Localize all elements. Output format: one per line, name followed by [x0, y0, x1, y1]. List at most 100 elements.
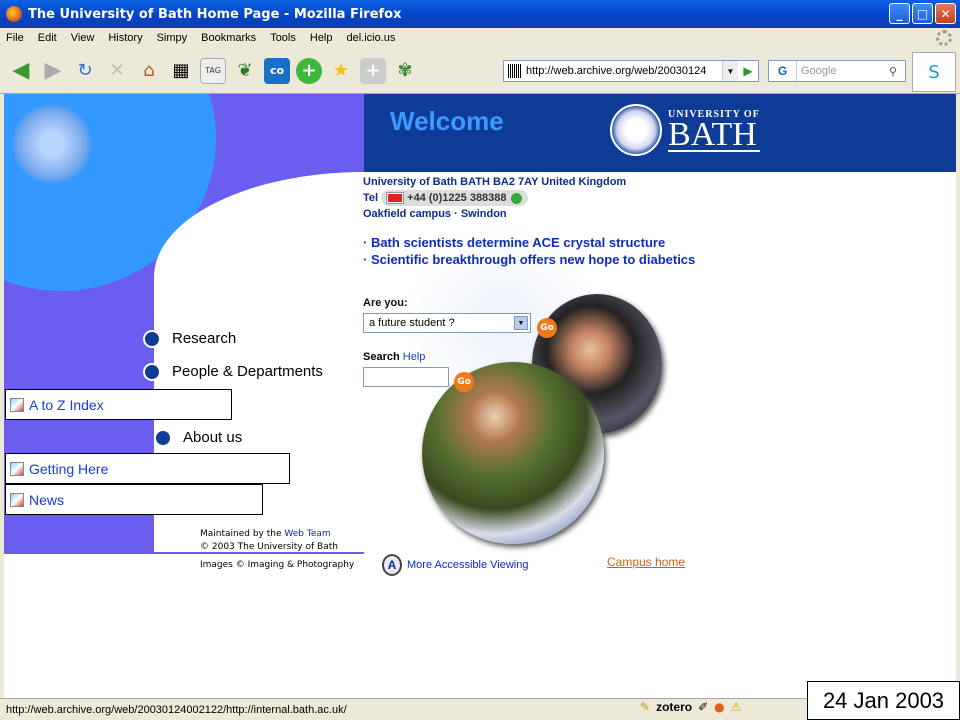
close-button[interactable]: ✕ [935, 3, 956, 24]
address-line: University of Bath BATH BA2 7AY United K… [363, 176, 627, 188]
news-item[interactable]: · Scientific breakthrough offers new hop… [363, 251, 695, 268]
bullet-icon [145, 364, 159, 379]
home-icon[interactable]: ⌂ [136, 58, 162, 84]
throbber-icon [936, 30, 952, 46]
news-list: · Bath scientists determine ACE crystal … [363, 234, 695, 268]
back-arrow-icon[interactable]: ◀ [8, 58, 34, 84]
menu-edit[interactable]: Edit [38, 32, 57, 44]
search-label: Search [363, 351, 400, 363]
tel-number: +44 (0)1225 388388 [407, 192, 507, 204]
accessibility-icon: A [382, 554, 402, 576]
nav-atoz-label: A to Z Index [29, 396, 104, 413]
broken-image-icon [10, 461, 24, 476]
tag-icon[interactable]: TAG [200, 57, 226, 84]
skype-icon[interactable]: S [912, 52, 956, 92]
bullet-icon [156, 430, 170, 445]
search-bar[interactable]: G Google ⚲ [768, 60, 906, 82]
edit-icon[interactable]: ✐ [698, 700, 708, 714]
window-title: The University of Bath Home Page - Mozil… [28, 6, 402, 22]
address-bar[interactable]: http://web.archive.org/web/20030124 ▼ ▶ [503, 60, 759, 82]
go-arrow-icon[interactable]: ▶ [738, 61, 758, 81]
nav-a-to-z[interactable]: A to Z Index [5, 389, 232, 420]
nav-getting-here-label: Getting Here [29, 460, 109, 477]
menu-file[interactable]: File [6, 32, 24, 44]
sidebar-icon[interactable]: ▦ [168, 58, 194, 84]
broken-image-icon [10, 492, 24, 507]
title-bar: The University of Bath Home Page - Mozil… [0, 0, 960, 28]
logo-big-text: BATH [668, 117, 760, 152]
are-you-select[interactable]: a future student ? ▼ [363, 313, 531, 333]
nav-news[interactable]: News [5, 484, 263, 515]
maintained-line: Maintained by the Web Team [200, 528, 338, 541]
bath-head-emblem [12, 104, 92, 184]
page-content: Welcome UNIVERSITY OF BATH University of… [4, 94, 956, 698]
accessible-viewing-link[interactable]: A More Accessible Viewing [382, 554, 528, 576]
menu-delicious[interactable]: del.icio.us [347, 32, 396, 44]
url-dropdown-icon[interactable]: ▼ [722, 61, 738, 81]
co-icon[interactable]: co [264, 57, 290, 84]
menu-bookmarks[interactable]: Bookmarks [201, 32, 256, 44]
campus-home-link[interactable]: Campus home [607, 555, 685, 569]
search-go-button[interactable]: Go [454, 372, 474, 392]
search-help-link[interactable]: Help [403, 351, 426, 363]
maintenance-info: Maintained by the Web Team © 2003 The Un… [200, 528, 338, 554]
nav-getting-here[interactable]: Getting Here [5, 453, 290, 484]
status-icons: ✎ zotero ✐ ● ⚠ [640, 700, 741, 714]
note-icon[interactable]: ✎ [640, 700, 650, 714]
select-arrow-icon[interactable]: ▼ [514, 316, 528, 330]
barcode-icon [508, 64, 522, 78]
status-text: http://web.archive.org/web/2003012400212… [6, 703, 347, 716]
star-icon[interactable]: ★ [328, 58, 354, 84]
nav-people-departments[interactable]: People & Departments [145, 363, 323, 380]
campus-line: Oakfield campus · Swindon [363, 206, 626, 222]
nav-research[interactable]: Research [145, 330, 236, 347]
web-team-link[interactable]: Web Team [284, 529, 330, 539]
swindon-link[interactable]: Swindon [461, 208, 507, 220]
nav-about-us[interactable]: About us [156, 429, 242, 446]
google-icon[interactable]: G [769, 61, 797, 81]
tel-pill[interactable]: +44 (0)1225 388388 [381, 190, 528, 206]
nav-about-label: About us [183, 429, 243, 446]
warning-icon[interactable]: ⚠ [731, 700, 742, 714]
maximize-button[interactable]: □ [912, 3, 933, 24]
menu-tools[interactable]: Tools [270, 32, 296, 44]
add-icon[interactable]: + [296, 57, 322, 84]
broken-image-icon [10, 397, 24, 412]
tel-line: Tel +44 (0)1225 388388 [363, 190, 626, 206]
uk-flag-icon [386, 192, 405, 205]
url-text: http://web.archive.org/web/20030124 [526, 65, 707, 77]
menu-view[interactable]: View [71, 32, 95, 44]
menu-history[interactable]: History [108, 32, 142, 44]
firefox-status-icon[interactable]: ● [714, 700, 724, 714]
plus-gray-icon[interactable]: + [360, 57, 386, 84]
are-you-label: Are you: [363, 297, 408, 309]
reload-icon[interactable]: ↻ [72, 58, 98, 84]
window-controls: _ □ ✕ [889, 3, 956, 24]
are-you-go-button[interactable]: Go [537, 318, 557, 338]
forward-arrow-icon[interactable]: ▶ [40, 58, 66, 84]
firefox-icon [6, 6, 22, 22]
plant-icon[interactable]: ✾ [392, 58, 418, 84]
site-search-input[interactable] [363, 367, 449, 387]
images-credit: Images © Imaging & Photography [200, 560, 355, 570]
menu-simpy[interactable]: Simpy [157, 32, 188, 44]
oakfield-link[interactable]: Oakfield campus [363, 208, 451, 220]
crest-icon [610, 104, 662, 156]
phone-icon [510, 192, 522, 204]
menu-help[interactable]: Help [310, 32, 333, 44]
news-item[interactable]: · Bath scientists determine ACE crystal … [363, 234, 695, 251]
search-label-row: Search Help [363, 351, 425, 363]
zotero-label[interactable]: zotero [656, 700, 692, 714]
maintained-prefix: Maintained by the [200, 529, 285, 539]
search-placeholder: Google [801, 65, 837, 77]
leaf-icon[interactable]: ❦ [232, 58, 258, 84]
are-you-selected: a future student ? [369, 317, 455, 329]
nav-research-label: Research [172, 330, 237, 347]
magnifier-icon[interactable]: ⚲ [881, 61, 905, 81]
university-logo[interactable]: UNIVERSITY OF BATH [610, 104, 760, 156]
menu-bar: File Edit View History Simpy Bookmarks T… [0, 28, 960, 48]
date-overlay: 24 Jan 2003 [807, 681, 960, 720]
welcome-heading: Welcome [390, 106, 504, 136]
minimize-button[interactable]: _ [889, 3, 910, 24]
stop-icon[interactable]: ✕ [104, 58, 130, 84]
